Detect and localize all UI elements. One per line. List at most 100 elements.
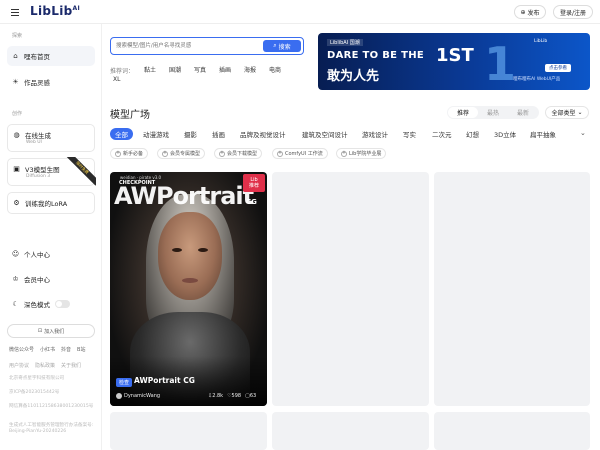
filter-chip[interactable]: + 新手必备 xyxy=(110,148,149,159)
menu-icon[interactable] xyxy=(7,4,23,20)
portrait-eye xyxy=(198,248,208,252)
search-button[interactable]: ⌕ 搜索 xyxy=(263,40,301,52)
sidebar-item-dark-mode[interactable]: ☾ 深色模式 xyxy=(7,294,95,314)
sidebar-item-online-gen[interactable]: ◍ 在线生成 Web UI xyxy=(7,124,95,152)
link-xiaohongshu[interactable]: 小红书 xyxy=(40,346,55,353)
category-item[interactable]: 动漫游戏 xyxy=(143,128,169,140)
hot-tag[interactable]: 写真 xyxy=(190,64,210,75)
link-douyin[interactable]: 抖音 xyxy=(61,346,71,353)
comment-count: ▢63 xyxy=(245,393,257,399)
hot-tag[interactable]: 黏土 xyxy=(140,64,160,75)
gallery-title: 模型广场 xyxy=(110,110,150,121)
search-icon: ⌕ xyxy=(273,42,277,49)
hot-tag[interactable]: XL xyxy=(113,76,120,83)
chevron-down-icon[interactable]: ⌄ xyxy=(580,129,586,137)
category-item[interactable]: 写实 xyxy=(403,128,416,140)
model-card-placeholder[interactable] xyxy=(272,172,429,406)
category-item[interactable]: 3D立体 xyxy=(494,128,516,140)
social-links: 微信公众号 小红书 抖音 B站 xyxy=(9,346,85,353)
banner-cta-button[interactable]: 点击参看 xyxy=(545,64,571,72)
join-us-button[interactable]: ⊡ 加入我们 xyxy=(7,324,95,338)
model-card-placeholder[interactable] xyxy=(110,412,267,450)
publish-button[interactable]: ⊕ 发布 xyxy=(514,5,546,19)
model-card-placeholder[interactable] xyxy=(272,412,429,450)
sidebar-item-member[interactable]: ♔ 会员中心 xyxy=(7,269,95,289)
sidebar-item-train-lora[interactable]: ⚙ 训练我的LoRA xyxy=(7,192,95,214)
hot-tag[interactable]: 海报 xyxy=(240,64,260,75)
banner-big-number: 1 xyxy=(484,37,517,90)
tab-latest[interactable]: 最新 xyxy=(508,107,538,118)
filter-chip[interactable]: + ComfyUI 工作流 xyxy=(272,148,328,159)
vip-icon: ♔ xyxy=(12,275,19,283)
category-all[interactable]: 全部 xyxy=(110,128,133,140)
hot-words-label: 推荐词： xyxy=(110,68,135,75)
link-privacy[interactable]: 隐私政策 xyxy=(35,362,55,369)
promo-banner[interactable]: LiblibAI 国潮 DARE TO BE THE 1ST 敢为人先 1 Li… xyxy=(318,33,590,90)
sidebar-item-inspiration[interactable]: ☀ 作品灵感 xyxy=(7,72,95,92)
gear-icon: ⚙ xyxy=(13,199,20,207)
download-count: ⇩2.8k xyxy=(208,393,224,399)
filter-chip[interactable]: + 会员专属模型 xyxy=(157,148,206,159)
lightbulb-icon: ☀ xyxy=(12,78,19,86)
category-item[interactable]: 建筑及空间设计 xyxy=(302,128,348,140)
top-bar: LibLibAI ⊕ 发布 登录/注册 xyxy=(0,0,600,24)
site-logo[interactable]: LibLibAI xyxy=(30,4,80,18)
search-input[interactable] xyxy=(116,40,264,52)
plus-icon: + xyxy=(277,150,283,157)
tab-recommend[interactable]: 推荐 xyxy=(448,107,478,118)
model-name: AWPortrait CG xyxy=(134,376,195,385)
ai-filing: 生成式人工智能服务管理暂行办法备案号: Beijing-PianYu-20240… xyxy=(9,423,94,434)
sidebar: 探索 ⌂ 哩布首页 ☀ 作品灵感 创作 ◍ 在线生成 Web UI ▣ V3模型生图 D… xyxy=(0,24,102,450)
dark-mode-toggle[interactable] xyxy=(55,300,70,308)
link-wechat[interactable]: 微信公众号 xyxy=(9,346,34,353)
create-section-title: 创作 xyxy=(12,111,23,117)
category-item[interactable]: 二次元 xyxy=(432,128,452,140)
link-user-agreement[interactable]: 用户协议 xyxy=(9,362,29,369)
model-type-badge: 检查 xyxy=(116,378,133,387)
icp-number[interactable]: 京ICP备2023015442号 xyxy=(9,390,97,396)
sidebar-item-v3-gen[interactable]: ▣ V3模型生图 Diffusion 3 限时免费 xyxy=(7,157,96,186)
image-icon: ▣ xyxy=(13,165,20,173)
card-art-title: AWPortrait xyxy=(114,182,254,210)
plus-icon: + xyxy=(219,150,225,157)
model-card-placeholder[interactable] xyxy=(434,412,590,450)
chevron-down-icon: ⌄ xyxy=(577,109,583,116)
category-item[interactable]: 摄影 xyxy=(184,128,197,140)
sidebar-item-home[interactable]: ⌂ 哩布首页 xyxy=(7,46,95,66)
sort-tabs: 推荐 最热 最新 xyxy=(447,106,539,119)
banner-logo: LibLib xyxy=(534,39,548,44)
free-ribbon: 限时免费 xyxy=(62,157,96,191)
banner-subtext: 哩布哩布AI WebUI产品 xyxy=(513,77,561,82)
hot-tag[interactable]: 电商 xyxy=(265,64,285,75)
category-item[interactable]: 游戏设计 xyxy=(362,128,388,140)
category-item[interactable]: 幻想 xyxy=(466,128,479,140)
hot-tag[interactable]: 插画 xyxy=(215,64,235,75)
sidebar-item-personal[interactable]: ☺ 个人中心 xyxy=(7,244,95,264)
join-icon: ⊡ xyxy=(37,328,43,334)
police-filing: 网信算备110112158638001230015号 xyxy=(9,404,94,409)
moon-icon: ☾ xyxy=(12,300,19,308)
filter-chip[interactable]: + 会员下载模型 xyxy=(214,148,263,159)
search-box: ⌕搜索 xyxy=(110,37,304,55)
filter-chip[interactable]: + Lib学院毕业展 xyxy=(336,148,387,159)
link-about[interactable]: 关于我们 xyxy=(61,362,81,369)
avatar xyxy=(116,393,122,399)
login-button[interactable]: 登录/注册 xyxy=(553,5,593,19)
hot-tag[interactable]: 国潮 xyxy=(165,64,185,75)
model-card-placeholder[interactable] xyxy=(434,172,590,406)
tab-hot[interactable]: 最热 xyxy=(478,107,508,118)
link-bilibili[interactable]: B站 xyxy=(77,346,85,353)
user-icon: ☺ xyxy=(11,250,20,258)
type-select[interactable]: 全部类型 ⌄ xyxy=(545,106,589,119)
company-name: 北京奇点星宇科技有限公司 xyxy=(9,376,65,381)
plus-icon: + xyxy=(162,150,168,157)
home-icon: ⌂ xyxy=(13,52,18,60)
palette-icon: ◍ xyxy=(13,131,20,139)
model-author[interactable]: DynamicWang xyxy=(116,393,160,399)
category-item[interactable]: 扁平抽象 xyxy=(530,128,556,140)
portrait-eye xyxy=(172,248,182,252)
category-item[interactable]: 插画 xyxy=(212,128,225,140)
model-card[interactable]: weidian · pirate v3.0 CHECKPOINT AWPortr… xyxy=(110,172,267,406)
category-item[interactable]: 品牌及视觉设计 xyxy=(240,128,286,140)
card-art-cg: CG xyxy=(246,198,257,206)
